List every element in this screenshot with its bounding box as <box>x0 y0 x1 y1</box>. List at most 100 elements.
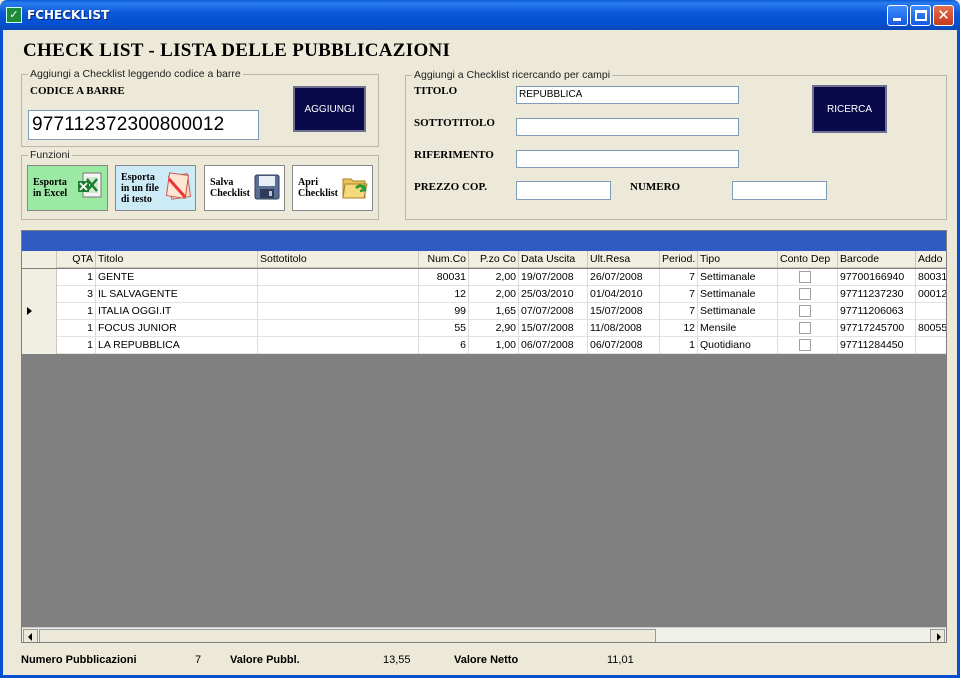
cell-num[interactable]: 99 <box>419 303 469 320</box>
column-header-qta[interactable]: QTA <box>57 251 96 268</box>
cell-qta[interactable]: 1 <box>57 269 96 286</box>
cell-titolo[interactable]: GENTE <box>96 269 258 286</box>
cell-tipo[interactable]: Settimanale <box>698 303 778 320</box>
column-header-tipo[interactable]: Tipo <box>698 251 778 268</box>
minimize-button[interactable] <box>887 5 908 26</box>
cell-sottotitolo[interactable] <box>258 286 419 303</box>
cell-num[interactable]: 80031 <box>419 269 469 286</box>
cell-num[interactable]: 12 <box>419 286 469 303</box>
cell-sottotitolo[interactable] <box>258 337 419 354</box>
cell-prezzo[interactable]: 1,00 <box>469 337 519 354</box>
cell-data[interactable]: 25/03/2010 <box>519 286 588 303</box>
titolo-input[interactable]: REPUBBLICA <box>516 86 739 104</box>
conto-dep-checkbox[interactable] <box>799 288 811 300</box>
cell-period[interactable]: 7 <box>660 286 698 303</box>
cell-barcode[interactable]: 97711284450 <box>838 337 916 354</box>
numero-input[interactable] <box>732 181 827 200</box>
publications-grid[interactable]: QTA Titolo Sottotitolo Num.Co P.zo Co Data Us… <box>21 230 947 643</box>
cell-resa[interactable]: 26/07/2008 <box>588 269 660 286</box>
row-selector[interactable] <box>22 337 57 354</box>
cell-resa[interactable]: 06/07/2008 <box>588 337 660 354</box>
cell-barcode[interactable]: 97711237230 <box>838 286 916 303</box>
title-bar[interactable]: ✓ FCHECKLIST ✕ <box>0 0 960 30</box>
cell-sottotitolo[interactable] <box>258 269 419 286</box>
riferimento-input[interactable] <box>516 150 739 168</box>
cell-period[interactable]: 7 <box>660 269 698 286</box>
cell-prezzo[interactable]: 2,00 <box>469 286 519 303</box>
table-row[interactable]: 1 FOCUS JUNIOR 55 2,90 15/07/2008 11/08/2008 1… <box>22 320 946 337</box>
column-header-num[interactable]: Num.Co <box>419 251 469 268</box>
cell-titolo[interactable]: IL SALVAGENTE <box>96 286 258 303</box>
cell-qta[interactable]: 3 <box>57 286 96 303</box>
column-header-period[interactable]: Period. <box>660 251 698 268</box>
cell-tipo[interactable]: Quotidiano <box>698 337 778 354</box>
cell-qta[interactable]: 1 <box>57 320 96 337</box>
search-button[interactable]: RICERCA <box>812 85 887 133</box>
cell-conto[interactable] <box>778 303 838 320</box>
row-selector[interactable] <box>22 269 57 286</box>
cell-conto[interactable] <box>778 320 838 337</box>
cell-tipo[interactable]: Settimanale <box>698 286 778 303</box>
cell-num[interactable]: 55 <box>419 320 469 337</box>
column-header-conto[interactable]: Conto Dep <box>778 251 838 268</box>
prezzo-input[interactable] <box>516 181 611 200</box>
cell-conto[interactable] <box>778 337 838 354</box>
cell-tipo[interactable]: Settimanale <box>698 269 778 286</box>
cell-data[interactable]: 15/07/2008 <box>519 320 588 337</box>
cell-tipo[interactable]: Mensile <box>698 320 778 337</box>
cell-titolo[interactable]: LA REPUBBLICA <box>96 337 258 354</box>
cell-resa[interactable]: 01/04/2010 <box>588 286 660 303</box>
column-header-barcode[interactable]: Barcode <box>838 251 916 268</box>
cell-conto[interactable] <box>778 286 838 303</box>
column-header-data[interactable]: Data Uscita <box>519 251 588 268</box>
scroll-right-button[interactable] <box>930 629 945 642</box>
cell-sottotitolo[interactable] <box>258 320 419 337</box>
cell-barcode[interactable]: 97717245700 <box>838 320 916 337</box>
cell-titolo[interactable]: FOCUS JUNIOR <box>96 320 258 337</box>
barcode-input[interactable]: 977112372300800012 <box>28 110 259 140</box>
column-header-prezzo[interactable]: P.zo Co <box>469 251 519 268</box>
table-row[interactable]: 1 ITALIA OGGI.IT 99 1,65 07/07/2008 15/07/200… <box>22 303 946 320</box>
cell-addo[interactable]: 00012 <box>916 286 946 303</box>
cell-period[interactable]: 7 <box>660 303 698 320</box>
conto-dep-checkbox[interactable] <box>799 322 811 334</box>
cell-conto[interactable] <box>778 269 838 286</box>
table-row[interactable]: 1 LA REPUBBLICA 6 1,00 06/07/2008 06/07/2008 1… <box>22 337 946 354</box>
column-header-titolo[interactable]: Titolo <box>96 251 258 268</box>
cell-barcode[interactable]: 97711206063 <box>838 303 916 320</box>
cell-addo[interactable] <box>916 337 946 354</box>
cell-addo[interactable] <box>916 303 946 320</box>
scroll-thumb[interactable] <box>39 629 656 642</box>
cell-prezzo[interactable]: 1,65 <box>469 303 519 320</box>
cell-data[interactable]: 06/07/2008 <box>519 337 588 354</box>
horizontal-scrollbar[interactable] <box>22 627 946 642</box>
cell-resa[interactable]: 15/07/2008 <box>588 303 660 320</box>
cell-qta[interactable]: 1 <box>57 337 96 354</box>
table-row[interactable]: 1 GENTE 80031 2,00 19/07/2008 26/07/2008 7 Sett… <box>22 269 946 286</box>
save-checklist-button[interactable]: Salva Checklist <box>204 165 285 211</box>
conto-dep-checkbox[interactable] <box>799 339 811 351</box>
cell-sottotitolo[interactable] <box>258 303 419 320</box>
cell-prezzo[interactable]: 2,00 <box>469 269 519 286</box>
row-selector[interactable] <box>22 303 57 320</box>
row-selector[interactable] <box>22 286 57 303</box>
scroll-left-button[interactable] <box>23 629 38 642</box>
column-header-addo[interactable]: Addo <box>916 251 946 268</box>
cell-period[interactable]: 1 <box>660 337 698 354</box>
row-selector[interactable] <box>22 320 57 337</box>
close-button[interactable]: ✕ <box>933 5 954 26</box>
cell-barcode[interactable]: 97700166940 <box>838 269 916 286</box>
cell-prezzo[interactable]: 2,90 <box>469 320 519 337</box>
cell-num[interactable]: 6 <box>419 337 469 354</box>
add-button[interactable]: AGGIUNGI <box>293 86 366 132</box>
cell-data[interactable]: 19/07/2008 <box>519 269 588 286</box>
export-text-button[interactable]: Esporta in un file di testo <box>115 165 196 211</box>
sottotitolo-input[interactable] <box>516 118 739 136</box>
cell-qta[interactable]: 1 <box>57 303 96 320</box>
cell-period[interactable]: 12 <box>660 320 698 337</box>
cell-addo[interactable]: 80031 <box>916 269 946 286</box>
column-header-sottotitolo[interactable]: Sottotitolo <box>258 251 419 268</box>
cell-addo[interactable]: 80055 <box>916 320 946 337</box>
cell-data[interactable]: 07/07/2008 <box>519 303 588 320</box>
maximize-button[interactable] <box>910 5 931 26</box>
